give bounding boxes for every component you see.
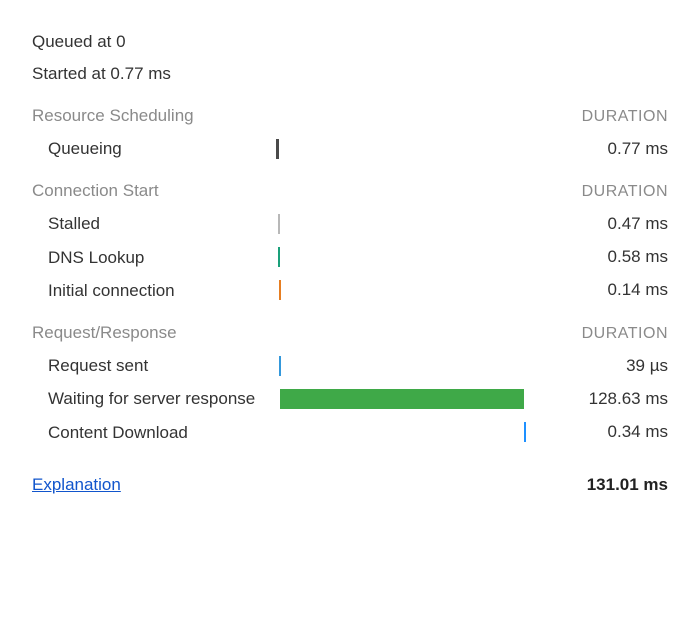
timing-row-label: DNS Lookup [32, 247, 276, 268]
timing-row-value: 0.77 ms [608, 139, 668, 159]
timing-row: Content Download 0.34 ms [32, 422, 668, 443]
timing-footer: Explanation 131.01 ms [32, 475, 668, 495]
timing-bar-container [276, 214, 526, 234]
timing-section: Request/Response DURATION Request sent 39 µ… [32, 323, 668, 443]
timing-bar-container [276, 389, 526, 409]
timing-section: Resource Scheduling DURATION Queueing 0.77 … [32, 106, 668, 159]
timing-bar [524, 422, 526, 442]
timing-section: Connection Start DURATION Stalled 0.47 ms DN… [32, 181, 668, 301]
timing-row-value: 0.47 ms [608, 214, 668, 234]
timing-row: Waiting for server response 128.63 ms [32, 388, 668, 409]
timing-row: Request sent 39 µs [32, 355, 668, 376]
timing-row-label: Initial connection [32, 280, 276, 301]
timing-bar [279, 280, 281, 300]
timing-bar-container [276, 139, 526, 159]
explanation-link[interactable]: Explanation [32, 475, 121, 495]
timing-row-value: 39 µs [626, 356, 668, 376]
timing-row-value: 0.58 ms [608, 247, 668, 267]
section-title: Resource Scheduling [32, 106, 282, 126]
duration-column-header: DURATION [582, 325, 668, 343]
started-at: Started at 0.77 ms [32, 64, 668, 84]
timing-row-value: 0.14 ms [608, 280, 668, 300]
section-header: Resource Scheduling DURATION [32, 106, 668, 126]
total-time: 131.01 ms [587, 475, 668, 495]
timing-bar-container [276, 280, 526, 300]
timing-row-value: 0.34 ms [608, 422, 668, 442]
timing-bar [278, 247, 280, 267]
timing-row: Stalled 0.47 ms [32, 213, 668, 234]
timing-row: Initial connection 0.14 ms [32, 280, 668, 301]
timing-row-label: Request sent [32, 355, 276, 376]
duration-column-header: DURATION [582, 183, 668, 201]
timing-row-label: Waiting for server response [32, 388, 276, 409]
section-header: Request/Response DURATION [32, 323, 668, 343]
timing-row-label: Queueing [32, 138, 276, 159]
section-header: Connection Start DURATION [32, 181, 668, 201]
timing-row: DNS Lookup 0.58 ms [32, 247, 668, 268]
timing-bar-container [276, 247, 526, 267]
timing-bar [279, 356, 281, 376]
section-title: Request/Response [32, 323, 282, 343]
timing-row-label: Content Download [32, 422, 276, 443]
timing-header: Queued at 0 Started at 0.77 ms [32, 32, 668, 84]
timing-row-label: Stalled [32, 213, 276, 234]
timing-bar [278, 214, 280, 234]
timing-row-value: 128.63 ms [589, 389, 668, 409]
section-title: Connection Start [32, 181, 282, 201]
timing-bar [280, 389, 524, 409]
timing-bar-container [276, 356, 526, 376]
queued-at: Queued at 0 [32, 32, 668, 52]
duration-column-header: DURATION [582, 108, 668, 126]
timing-bar [276, 139, 279, 159]
timing-row: Queueing 0.77 ms [32, 138, 668, 159]
timing-bar-container [276, 422, 526, 442]
